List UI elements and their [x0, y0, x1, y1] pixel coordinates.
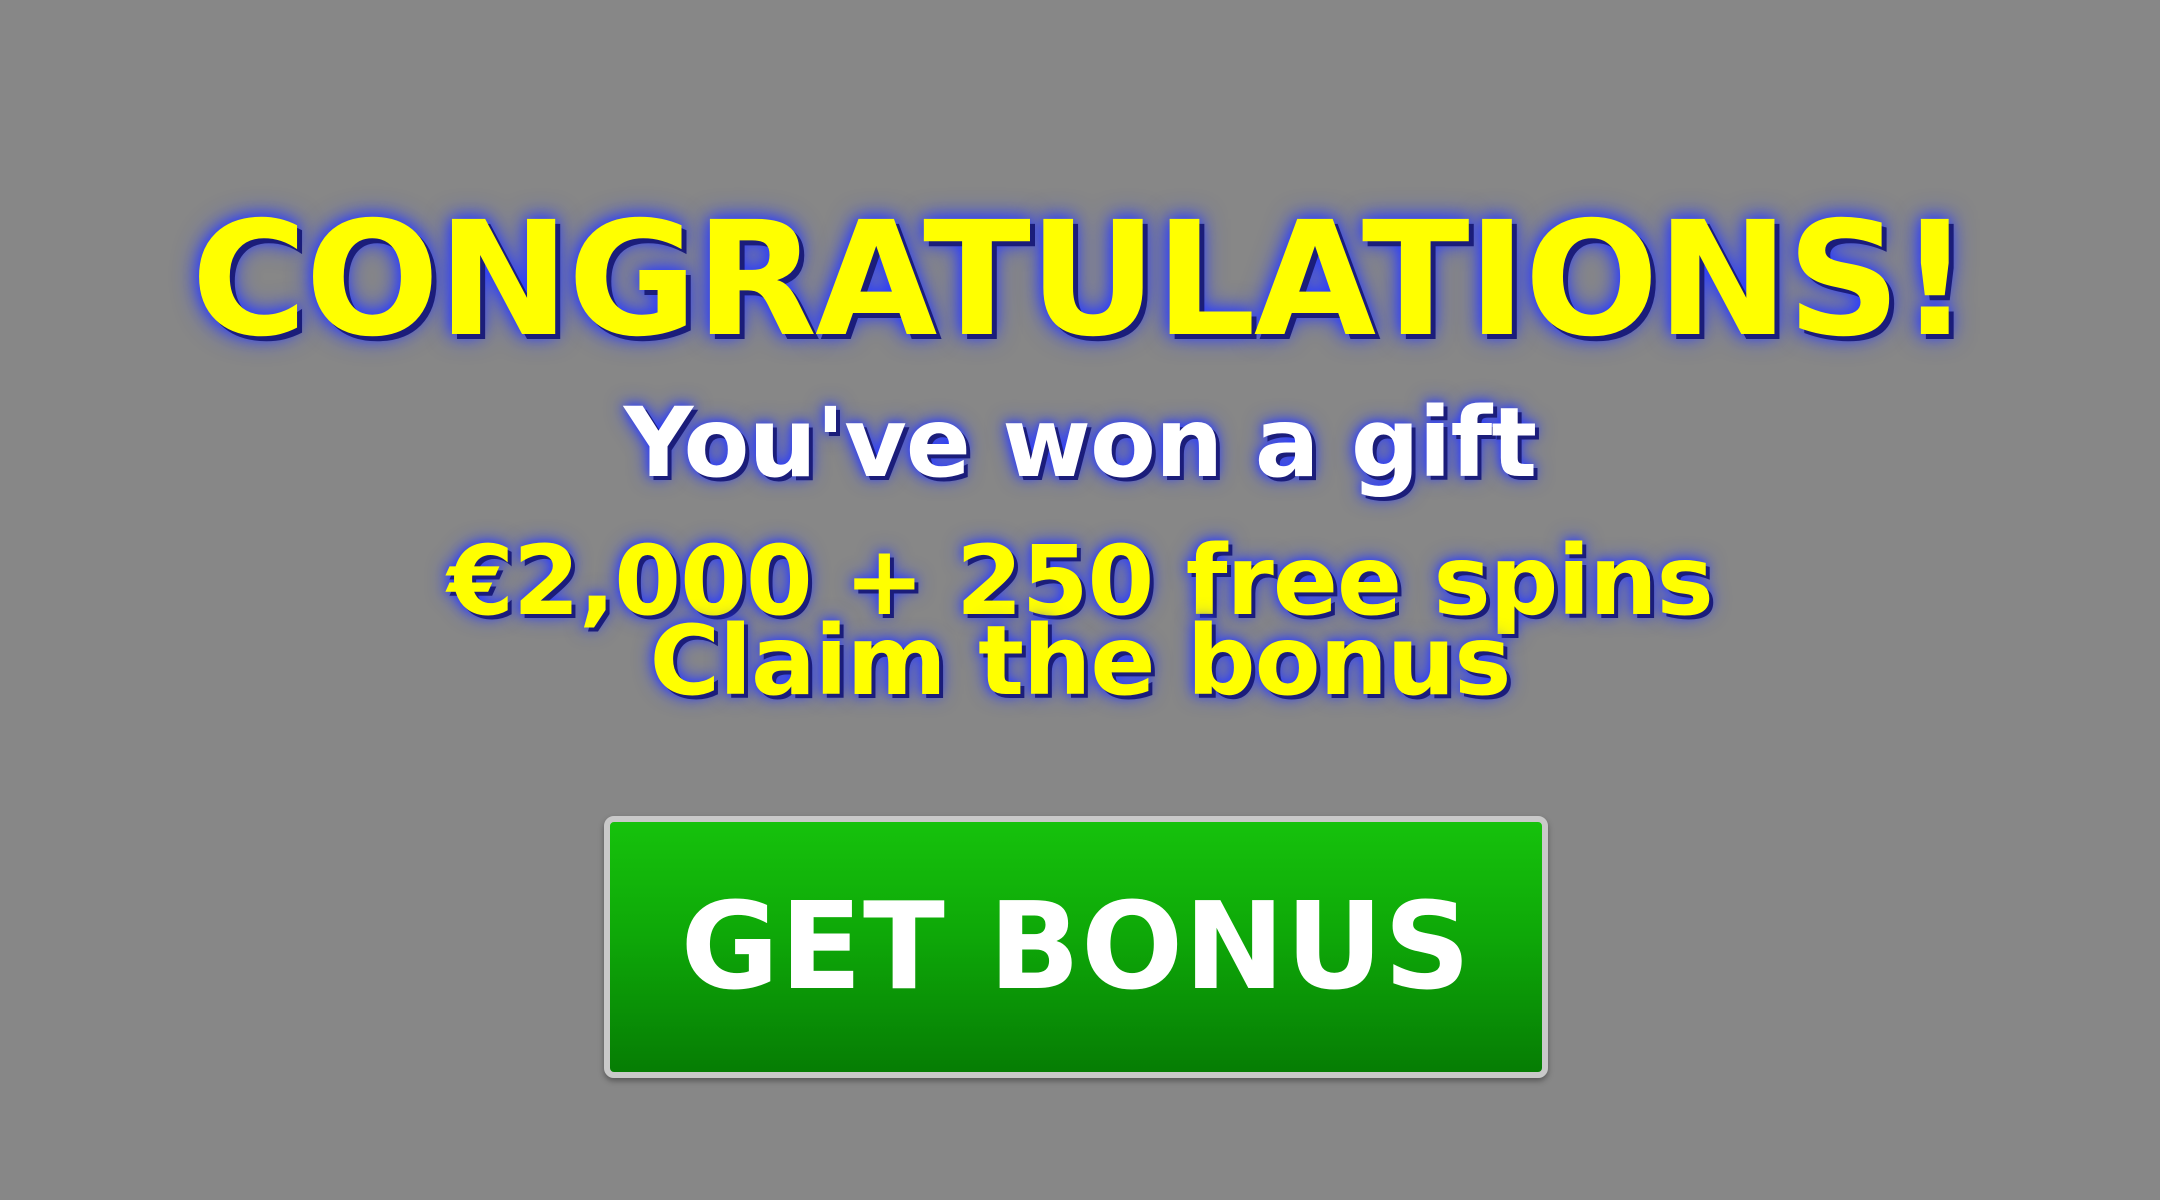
- get-bonus-button[interactable]: GET BONUS: [604, 816, 1548, 1078]
- claim-message: Claim the bonus: [649, 605, 1512, 717]
- congratulations-headline: CONGRATULATIONS!: [191, 188, 1971, 372]
- gift-message: You've won a gift: [623, 387, 1537, 499]
- get-bonus-button-label: GET BONUS: [680, 877, 1472, 1017]
